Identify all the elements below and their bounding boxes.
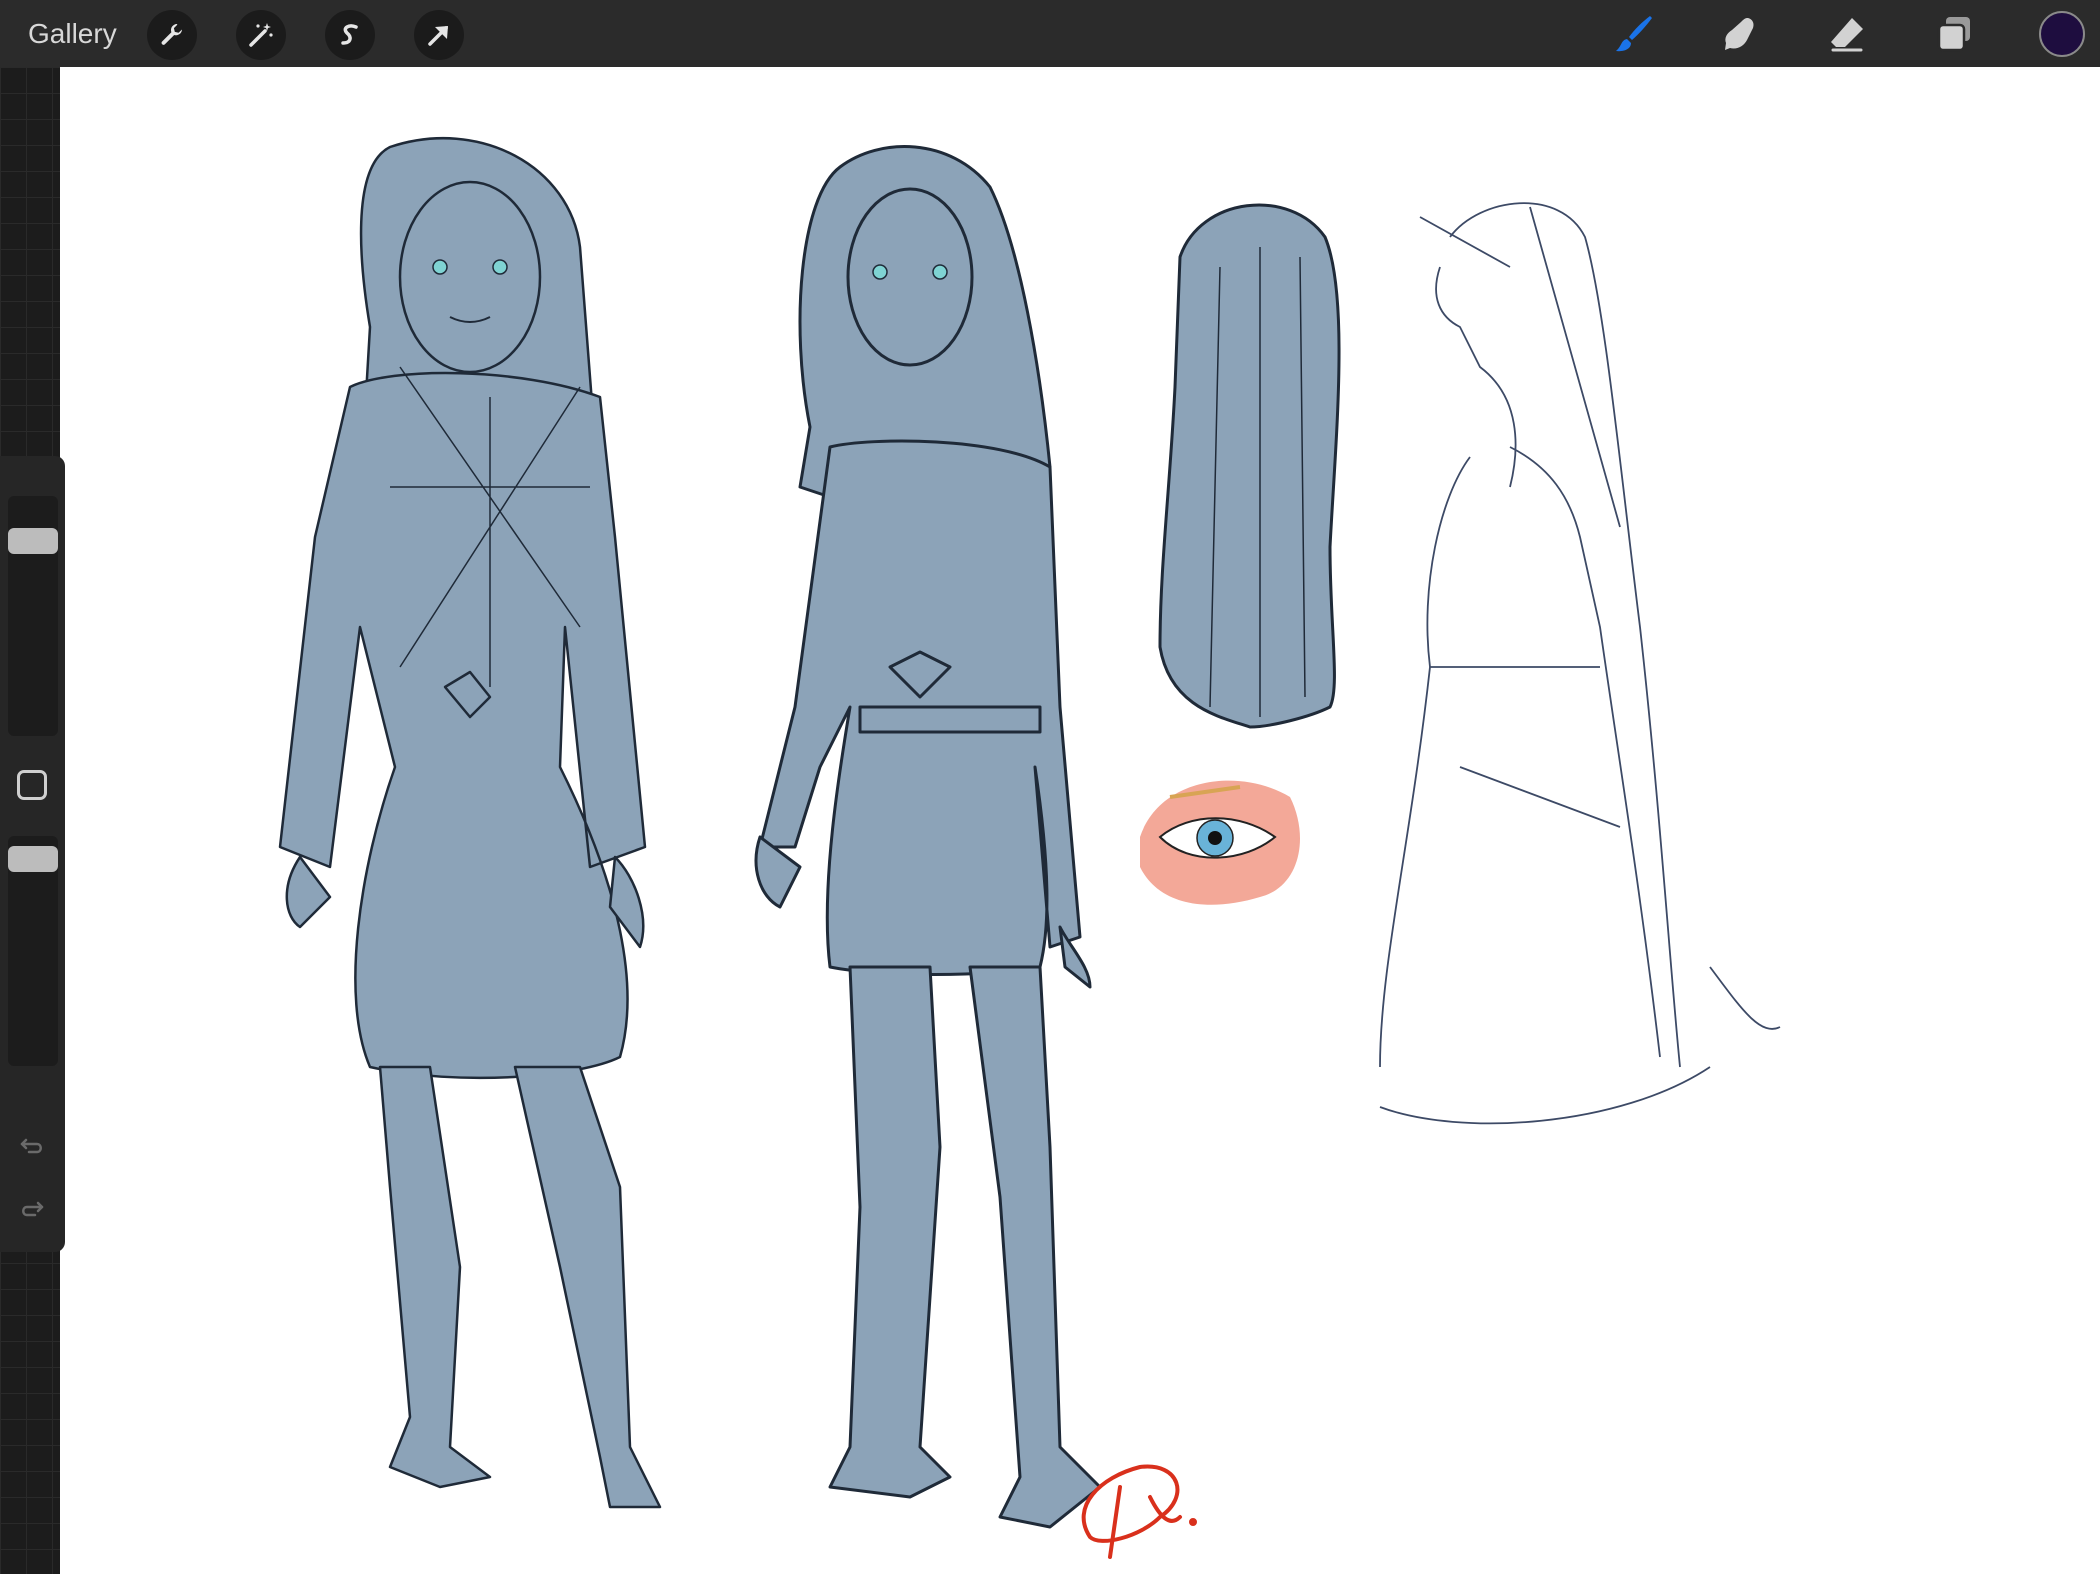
hair-back-view xyxy=(1158,203,1341,729)
brush-icon xyxy=(1616,16,1652,52)
sidebar xyxy=(0,456,65,1252)
adjustments-button[interactable] xyxy=(236,10,286,60)
brush-tool[interactable] xyxy=(1607,8,1661,60)
brush-size-thumb[interactable] xyxy=(8,528,58,554)
magic-wand-icon xyxy=(249,23,273,47)
artwork xyxy=(278,137,1781,1559)
redo-icon xyxy=(22,1201,44,1217)
layers-icon xyxy=(1937,17,1970,52)
actions-button[interactable] xyxy=(147,10,197,60)
figure-front-sketch xyxy=(278,137,662,1509)
selection-s-icon xyxy=(341,24,358,45)
gallery-button[interactable]: Gallery xyxy=(28,16,117,52)
brush-opacity-slider[interactable] xyxy=(8,836,58,1066)
drawing-canvas[interactable] xyxy=(60,67,2100,1574)
smudge-finger-icon xyxy=(1725,18,1754,50)
selection-button[interactable] xyxy=(325,10,375,60)
wrench-icon xyxy=(161,23,182,45)
arrow-cursor-icon xyxy=(428,26,448,46)
signature-mark-icon xyxy=(1081,1464,1197,1559)
brush-opacity-thumb[interactable] xyxy=(8,846,58,872)
color-picker-button[interactable] xyxy=(2039,11,2085,57)
brush-size-slider[interactable] xyxy=(8,496,58,736)
redo-button[interactable] xyxy=(14,1191,50,1227)
undo-button[interactable] xyxy=(14,1128,50,1164)
eye-study xyxy=(1140,780,1300,905)
smudge-tool[interactable] xyxy=(1712,8,1766,60)
layers-button[interactable] xyxy=(1927,8,1981,60)
top-toolbar: Gallery xyxy=(0,0,2100,67)
square-icon[interactable] xyxy=(17,770,47,800)
figure-front-clean xyxy=(754,145,1102,1529)
eraser-tool[interactable] xyxy=(1820,8,1874,60)
eraser-icon xyxy=(1831,18,1863,52)
undo-icon xyxy=(20,1138,42,1154)
transform-button[interactable] xyxy=(414,10,464,60)
figure-profile-sketch xyxy=(1379,202,1781,1125)
